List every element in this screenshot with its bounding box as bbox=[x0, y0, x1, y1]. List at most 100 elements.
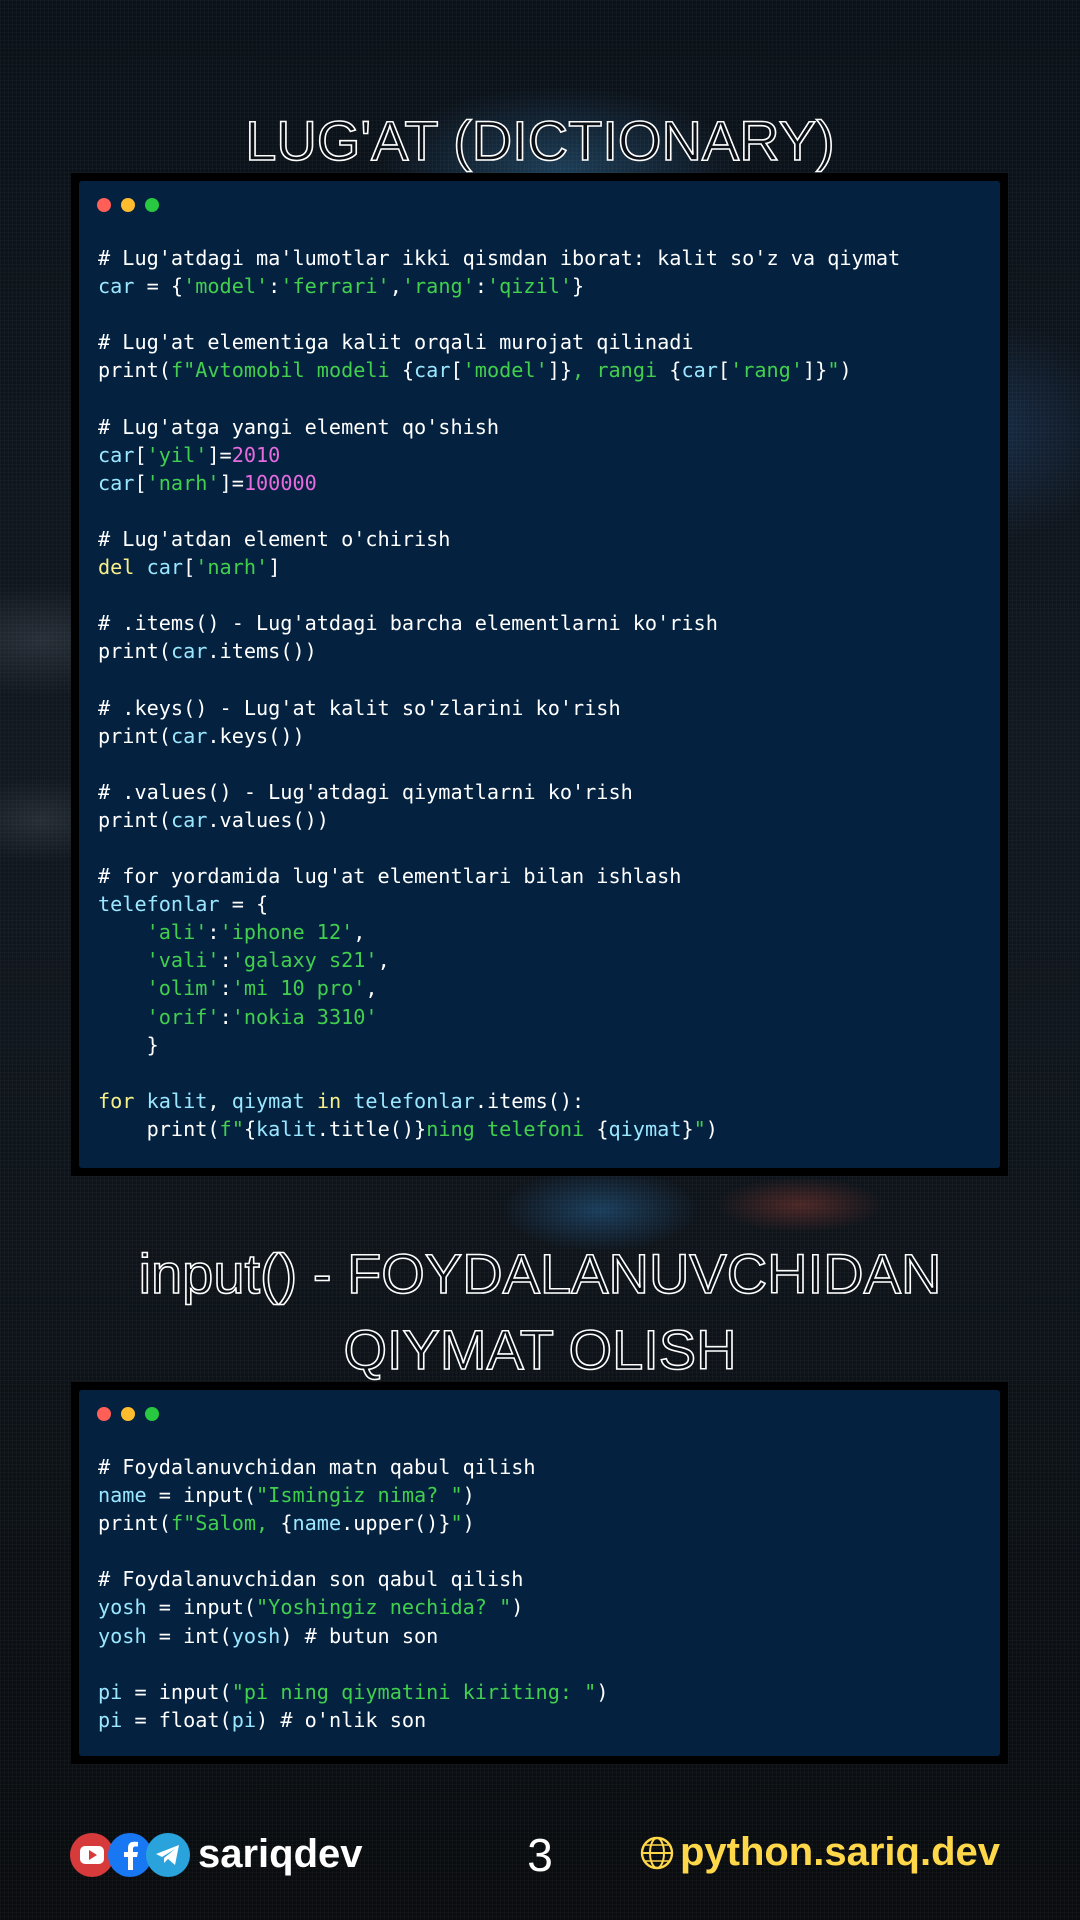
code-token: "Ismingiz nima? " bbox=[256, 1483, 463, 1508]
code-token: .items()) bbox=[207, 639, 317, 664]
code-line: yosh = input("Yoshingiz nechida? ") bbox=[98, 1593, 608, 1621]
code-token: 'iphone 12' bbox=[219, 920, 354, 945]
maximize-dot-icon bbox=[145, 1407, 159, 1421]
code-line: pi = float(pi) # o'nlik son bbox=[98, 1706, 608, 1734]
code-token: } bbox=[681, 1116, 694, 1141]
code-token: # Lug'atdagi ma'lumotlar ikki qismdan ib… bbox=[98, 246, 901, 270]
code-token: 'olim' bbox=[146, 976, 220, 1001]
code-token: yosh bbox=[98, 1623, 147, 1648]
code-token: ) bbox=[839, 358, 852, 383]
globe-icon bbox=[640, 1836, 674, 1869]
code-token: 'rang' bbox=[401, 274, 475, 299]
code-token: 'narh' bbox=[146, 470, 220, 495]
code-line: print(car.keys()) bbox=[98, 722, 900, 750]
code-token: [ bbox=[134, 442, 147, 467]
code-token: # .items() - Lug'atdagi barcha elementla… bbox=[98, 611, 718, 636]
code-token: , bbox=[353, 920, 366, 945]
code-token: , bbox=[207, 1088, 232, 1113]
code-token: .keys()) bbox=[207, 723, 305, 748]
code-token: pi bbox=[231, 1707, 257, 1732]
code-line: # .keys() - Lug'at kalit so'zlarini ko'r… bbox=[98, 694, 900, 722]
code-token: = input( bbox=[146, 1595, 257, 1620]
code-token: " bbox=[693, 1116, 706, 1141]
code-token: print( bbox=[98, 1116, 220, 1141]
code-token: ) bbox=[462, 1483, 475, 1508]
code-token: print( bbox=[98, 358, 171, 383]
code-token: 'model' bbox=[462, 358, 548, 383]
code-token: : bbox=[474, 274, 487, 299]
code-token: 'narh' bbox=[195, 555, 269, 580]
code-token: .values()) bbox=[207, 807, 329, 832]
code-token: car bbox=[681, 358, 718, 383]
code-token: = input( bbox=[146, 1483, 257, 1508]
code-token: # .values() - Lug'atdagi qiymatlarni ko'… bbox=[98, 779, 633, 804]
code-token: " bbox=[827, 358, 840, 383]
code-token: } bbox=[572, 274, 585, 299]
code-token: , bbox=[365, 976, 378, 1001]
code-token: { bbox=[280, 1511, 293, 1536]
code-token: 'model' bbox=[183, 274, 269, 299]
code-window-dictionary: # Lug'atdagi ma'lumotlar ikki qismdan ib… bbox=[71, 173, 1008, 1176]
code-line: print(car.items()) bbox=[98, 637, 900, 665]
section-title-dictionary: LUG'AT (DICTIONARY) bbox=[244, 108, 835, 173]
code-token: 'ali' bbox=[146, 920, 208, 945]
code-token: yosh bbox=[231, 1623, 281, 1648]
code-token: ) bbox=[596, 1679, 609, 1704]
code-token: = { bbox=[134, 274, 184, 299]
code-token: ) # butun son bbox=[280, 1623, 439, 1648]
code-token: ) # o'nlik son bbox=[256, 1707, 427, 1732]
code-token: 'nokia 3310' bbox=[231, 1004, 378, 1029]
code-token: car bbox=[414, 358, 451, 383]
code-line: } bbox=[98, 1031, 900, 1059]
code-token: f"Avtomobil modeli bbox=[170, 358, 402, 383]
code-line: print(car.values()) bbox=[98, 806, 900, 834]
code-token: car bbox=[98, 470, 135, 495]
code-token: } bbox=[98, 1032, 159, 1057]
code-token: : bbox=[268, 274, 281, 299]
code-token: # for yordamida lug'at elementlari bilan… bbox=[98, 864, 682, 889]
code-line: print(f"Salom, {name.upper()}") bbox=[98, 1509, 608, 1537]
code-window-body: # Lug'atdagi ma'lumotlar ikki qismdan ib… bbox=[79, 181, 1000, 1168]
code-token: # Foydalanuvchidan matn qabul qilish bbox=[98, 1455, 536, 1479]
code-token: telefonlar bbox=[98, 892, 220, 917]
code-token: { bbox=[401, 358, 415, 383]
code-token: 'rang' bbox=[730, 358, 803, 383]
code-line: yosh = int(yosh) # butun son bbox=[98, 1622, 608, 1650]
code-token: = float( bbox=[122, 1707, 232, 1732]
website-link[interactable]: python.sariq.dev bbox=[640, 1830, 1000, 1875]
code-token: : bbox=[219, 948, 232, 973]
telegram-icon[interactable] bbox=[146, 1832, 190, 1877]
code-token: ) bbox=[705, 1116, 718, 1141]
code-token: print( bbox=[98, 807, 171, 832]
code-line: # .values() - Lug'atdagi qiymatlarni ko'… bbox=[98, 778, 900, 806]
code-line: for kalit, qiymat in telefonlar.items(): bbox=[98, 1087, 900, 1115]
code-token: ]= bbox=[207, 442, 232, 467]
code-token: 2010 bbox=[231, 442, 281, 467]
website-url[interactable]: python.sariq.dev bbox=[680, 1830, 1000, 1875]
brand-name[interactable]: sariqdev bbox=[198, 1832, 363, 1877]
code-line: pi = input("pi ning qiymatini kiriting: … bbox=[98, 1678, 608, 1706]
code-token: print( bbox=[98, 639, 171, 664]
code-line: # Foydalanuvchidan son qabul qilish bbox=[98, 1565, 608, 1593]
code-token: = int( bbox=[146, 1623, 232, 1648]
code-line: 'orif':'nokia 3310' bbox=[98, 1003, 900, 1031]
code-line: 'vali':'galaxy s21', bbox=[98, 946, 900, 974]
code-token: , bbox=[377, 948, 390, 973]
code-token: .items(): bbox=[474, 1088, 585, 1113]
code-token: kalit bbox=[256, 1116, 317, 1141]
code-line: # Foydalanuvchidan matn qabul qilish bbox=[98, 1453, 608, 1481]
code-token: ) bbox=[511, 1595, 524, 1620]
code-token: .title()} bbox=[316, 1116, 427, 1141]
minimize-dot-icon bbox=[121, 198, 135, 212]
